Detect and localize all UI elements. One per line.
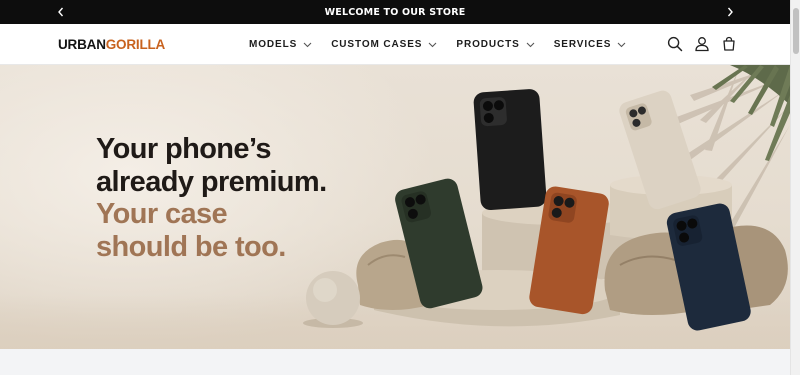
- chevron-down-icon: [526, 42, 535, 48]
- chevron-right-icon: [727, 7, 733, 17]
- nav-label: CUSTOM CASES: [331, 39, 423, 50]
- hero-line-3: Your case: [96, 198, 228, 230]
- chevron-down-icon: [303, 42, 312, 48]
- hero-banner[interactable]: Your phone’s already premium. Your case …: [0, 65, 790, 349]
- main-nav: MODELS CUSTOM CASES PRODUCTS SERVICES: [249, 24, 645, 65]
- announcement-text: WELCOME TO OUR STORE: [324, 6, 466, 18]
- page-scrollbar[interactable]: [790, 0, 800, 375]
- nav-label: PRODUCTS: [456, 39, 520, 50]
- announcement-prev-button[interactable]: [49, 0, 73, 24]
- account-icon: [695, 37, 709, 52]
- logo-text-urban: URBAN: [58, 37, 106, 52]
- announcement-bar: WELCOME TO OUR STORE: [0, 0, 790, 24]
- hero-headline: Your phone’s already premium. Your case …: [96, 133, 327, 263]
- site-header: URBANGORILLA MODELS CUSTOM CASES PRODUCT…: [0, 24, 790, 65]
- hero-line-4: should be too.: [96, 230, 286, 263]
- hero-line-2: already premium.: [96, 165, 327, 198]
- nav-item-models[interactable]: MODELS: [249, 39, 312, 50]
- cart-icon: [723, 36, 735, 51]
- search-button[interactable]: [666, 35, 684, 53]
- account-button[interactable]: [693, 35, 711, 53]
- hero-line-1: Your phone’s: [96, 133, 271, 165]
- chevron-left-icon: [58, 7, 64, 17]
- announcement-next-button[interactable]: [718, 0, 742, 24]
- cart-button[interactable]: [720, 35, 738, 53]
- scrollbar-thumb[interactable]: [793, 8, 799, 54]
- stone-sphere: [303, 271, 363, 328]
- chevron-down-icon: [617, 42, 626, 48]
- search-icon: [667, 36, 683, 52]
- nav-item-services[interactable]: SERVICES: [554, 39, 627, 50]
- logo-text-gorilla: GORILLA: [105, 37, 166, 52]
- next-section: [0, 349, 790, 375]
- nav-label: SERVICES: [553, 39, 612, 50]
- nav-item-custom-cases[interactable]: CUSTOM CASES: [331, 39, 437, 50]
- nav-item-products[interactable]: PRODUCTS: [456, 39, 535, 50]
- nav-label: MODELS: [249, 39, 298, 50]
- phone-case-black: [473, 89, 547, 211]
- brand-logo[interactable]: URBANGORILLA: [58, 37, 165, 53]
- chevron-down-icon: [428, 42, 437, 48]
